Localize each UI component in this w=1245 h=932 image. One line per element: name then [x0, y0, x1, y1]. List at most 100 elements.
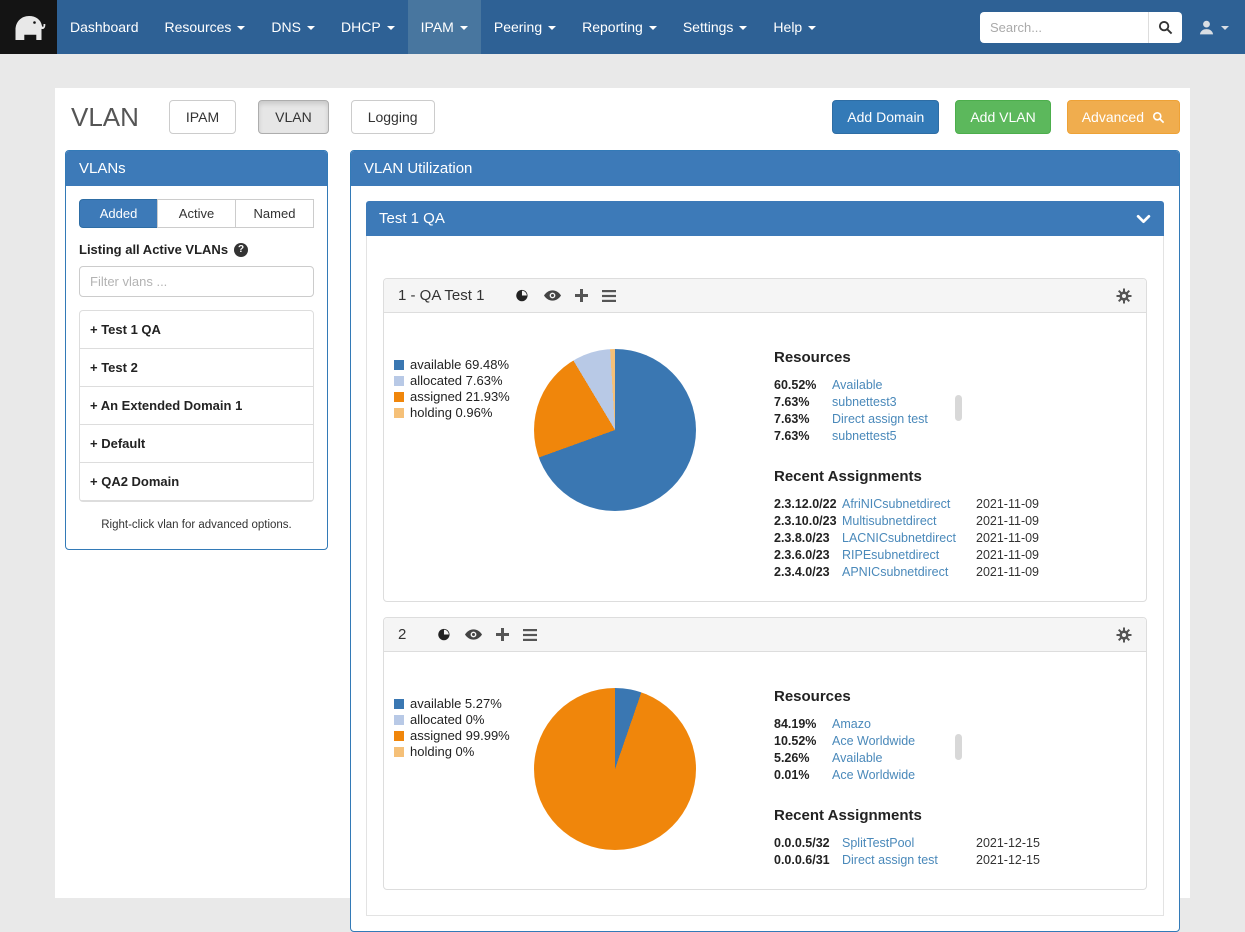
- caret-down-icon: [739, 26, 747, 30]
- action-button[interactable]: Add VLAN: [955, 100, 1050, 134]
- assignment-date: 2021-11-09: [976, 513, 1039, 530]
- nav-item-label: IPAM: [421, 19, 454, 35]
- panels-row: VLANs AddedActiveNamed Listing all Activ…: [65, 150, 1180, 932]
- assignment-link[interactable]: SplitTestPool: [842, 836, 914, 850]
- eye-icon[interactable]: [465, 629, 482, 640]
- nav-item[interactable]: Settings: [670, 0, 761, 54]
- navbar-search: [980, 0, 1182, 54]
- resource-link[interactable]: Amazo: [832, 716, 871, 733]
- pie-chart-icon[interactable]: ◕: [438, 627, 451, 642]
- resource-link[interactable]: Ace Worldwide: [832, 733, 915, 750]
- resource-row: 7.63% subnettest5: [774, 428, 962, 445]
- plus-icon[interactable]: [575, 289, 588, 302]
- nav-item-label: Help: [773, 19, 802, 35]
- plus-icon[interactable]: [496, 628, 509, 641]
- resource-row: 5.26% Available: [774, 750, 962, 767]
- assignment-cidr: 2.3.12.0/22: [774, 496, 842, 513]
- vlan-filter-toggle[interactable]: Active: [157, 199, 236, 228]
- vlan-list-item[interactable]: + Test 1 QA: [80, 311, 313, 349]
- legend-item: assigned 99.99%: [394, 728, 516, 744]
- vlan-filter-input[interactable]: [79, 266, 314, 297]
- caret-down-icon: [548, 26, 556, 30]
- search-icon: [1152, 111, 1165, 124]
- vlan-filter-toggle[interactable]: Added: [79, 199, 158, 228]
- utilization-pie-chart: [534, 688, 696, 850]
- nav-item[interactable]: IPAM: [408, 0, 481, 54]
- resource-percent: 84.19%: [774, 716, 832, 733]
- legend-swatch: [394, 376, 404, 386]
- vlans-footer-note: Right-click vlan for advanced options.: [79, 519, 314, 531]
- vlan-section-header[interactable]: Test 1 QA: [366, 201, 1164, 236]
- legend-swatch: [394, 699, 404, 709]
- resource-row: 84.19% Amazo: [774, 716, 962, 733]
- nav-item[interactable]: Peering: [481, 0, 569, 54]
- legend-item: available 5.27%: [394, 696, 516, 712]
- assignments-title: Recent Assignments: [774, 468, 1084, 485]
- menu-list-icon[interactable]: [602, 290, 616, 302]
- legend-swatch: [394, 731, 404, 741]
- resource-link[interactable]: Direct assign test: [832, 411, 928, 428]
- resource-row: 7.63% Direct assign test: [774, 411, 962, 428]
- resource-percent: 0.01%: [774, 767, 832, 784]
- pie-chart-icon[interactable]: ◕: [516, 288, 529, 303]
- legend-label: allocated 0%: [410, 712, 484, 728]
- scrollbar-thumb[interactable]: [955, 734, 962, 760]
- eye-icon[interactable]: [544, 290, 561, 301]
- caret-down-icon: [649, 26, 657, 30]
- caret-down-icon: [808, 26, 816, 30]
- action-button[interactable]: Add Domain: [832, 100, 939, 134]
- help-icon[interactable]: ?: [234, 243, 248, 257]
- vlan-utilization-panel: VLAN Utilization Test 1 QA 1 - QA Test 1: [350, 150, 1180, 932]
- search-input[interactable]: [980, 12, 1148, 43]
- menu-list-icon[interactable]: [523, 629, 537, 641]
- resource-link[interactable]: subnettest3: [832, 394, 897, 411]
- action-button[interactable]: Advanced: [1067, 100, 1180, 134]
- assignment-link[interactable]: RIPEsubnetdirect: [842, 548, 939, 562]
- vlan-list-item[interactable]: + Default: [80, 425, 313, 463]
- resource-percent: 10.52%: [774, 733, 832, 750]
- gear-icon[interactable]: [1116, 288, 1132, 304]
- elephant-logo-icon: [11, 11, 47, 43]
- vlan-filter-toggle[interactable]: Named: [235, 199, 314, 228]
- assignment-link[interactable]: LACNICsubnetdirect: [842, 531, 956, 545]
- resource-link[interactable]: Available: [832, 750, 883, 767]
- nav-item-label: Peering: [494, 19, 542, 35]
- assignment-link[interactable]: Direct assign test: [842, 853, 938, 867]
- resource-link[interactable]: subnettest5: [832, 428, 897, 445]
- resource-percent: 7.63%: [774, 394, 832, 411]
- vlan-list-item[interactable]: + QA2 Domain: [80, 463, 313, 501]
- vlan-list-item[interactable]: + Test 2: [80, 349, 313, 387]
- user-menu[interactable]: [1182, 0, 1245, 54]
- assignment-row: 2.3.6.0/23 RIPEsubnetdirect 2021-11-09: [774, 547, 1066, 564]
- scrollbar-thumb[interactable]: [955, 395, 962, 421]
- nav-item[interactable]: Dashboard: [57, 0, 152, 54]
- nav-item[interactable]: Resources: [152, 0, 259, 54]
- view-tab[interactable]: Logging: [351, 100, 435, 134]
- nav-item[interactable]: Help: [760, 0, 829, 54]
- nav-item[interactable]: DNS: [258, 0, 328, 54]
- assignment-link[interactable]: Multisubnetdirect: [842, 514, 937, 528]
- app-logo[interactable]: [0, 0, 57, 54]
- legend-label: holding 0%: [410, 744, 474, 760]
- view-tab[interactable]: VLAN: [258, 100, 329, 134]
- main-content: VLAN IPAMVLANLogging Add Domain Add VLAN: [55, 88, 1190, 898]
- vlan-section-body: 1 - QA Test 1 ◕: [366, 236, 1164, 916]
- vlan-list-item[interactable]: + An Extended Domain 1: [80, 387, 313, 425]
- view-tab[interactable]: IPAM: [169, 100, 236, 134]
- assignment-link[interactable]: APNICsubnetdirect: [842, 565, 948, 579]
- resource-link[interactable]: Ace Worldwide: [832, 767, 915, 784]
- nav-item[interactable]: Reporting: [569, 0, 670, 54]
- resource-link[interactable]: Available: [832, 377, 883, 394]
- legend-item: available 69.48%: [394, 357, 516, 373]
- nav-item-label: Settings: [683, 19, 734, 35]
- vlan-list: + Test 1 QA+ Test 2+ An Extended Domain …: [79, 310, 314, 502]
- action-button-label: Advanced: [1082, 109, 1144, 125]
- caret-down-icon: [460, 26, 468, 30]
- vlan-utilization-title: VLAN Utilization: [351, 151, 1179, 186]
- assignment-link[interactable]: AfriNICsubnetdirect: [842, 497, 950, 511]
- nav-item[interactable]: DHCP: [328, 0, 408, 54]
- search-button[interactable]: [1148, 12, 1182, 43]
- chevron-down-icon[interactable]: [1136, 214, 1151, 224]
- gear-icon[interactable]: [1116, 627, 1132, 643]
- legend-label: assigned 99.99%: [410, 728, 510, 744]
